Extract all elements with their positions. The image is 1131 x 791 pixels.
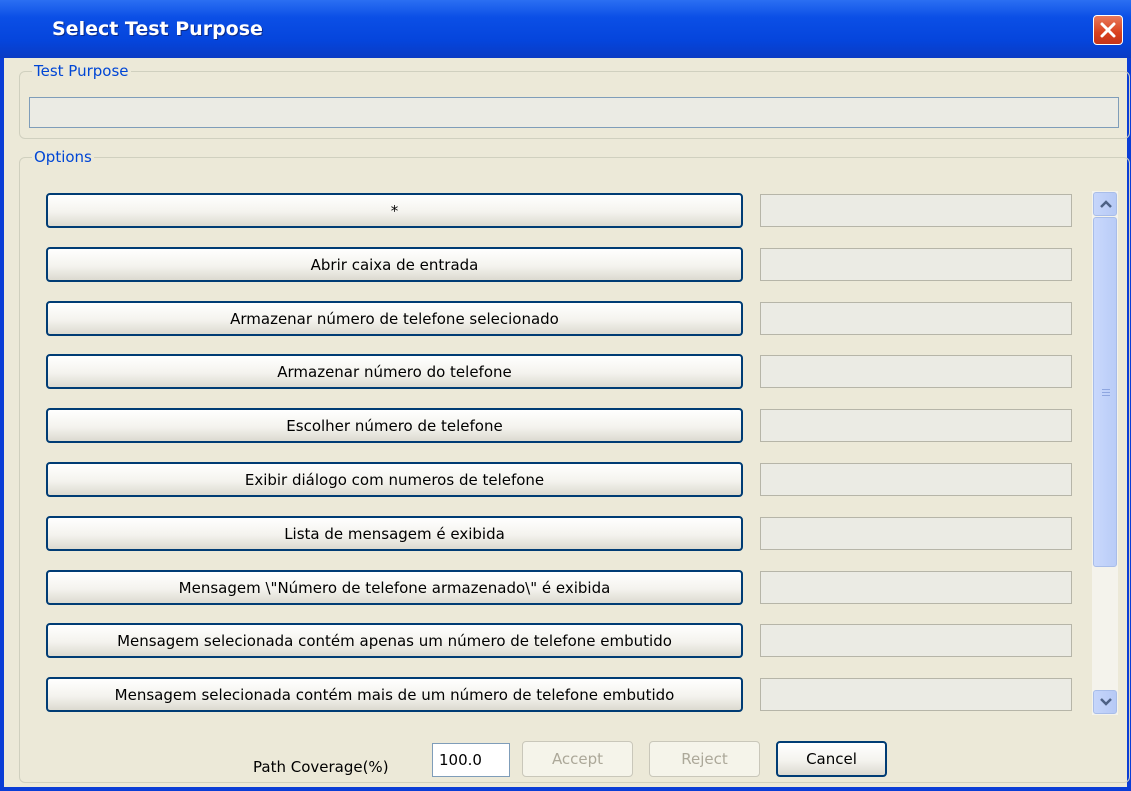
option-button[interactable]: Mensagem selecionada contém apenas um nú…: [46, 623, 743, 658]
option-button[interactable]: *: [46, 193, 743, 228]
path-coverage-input[interactable]: [432, 743, 510, 777]
path-coverage-label: Path Coverage(%): [253, 758, 389, 776]
scroll-thumb[interactable]: [1093, 217, 1117, 567]
option-value-field: [760, 463, 1072, 496]
scroll-down-button[interactable]: [1093, 690, 1117, 714]
option-button[interactable]: Abrir caixa de entrada: [46, 247, 743, 282]
title-bar: Select Test Purpose: [0, 0, 1131, 58]
option-button[interactable]: Mensagem \"Número de telefone armazenado…: [46, 570, 743, 605]
option-value-field: [760, 355, 1072, 388]
option-button[interactable]: Lista de mensagem é exibida: [46, 516, 743, 551]
options-scrollbar[interactable]: [1092, 191, 1118, 715]
option-button[interactable]: Armazenar número de telefone selecionado: [46, 301, 743, 336]
close-button[interactable]: [1093, 15, 1123, 45]
accept-button[interactable]: Accept: [522, 741, 633, 777]
option-value-field: [760, 571, 1072, 604]
grip-icon: [1102, 389, 1110, 397]
option-value-field: [760, 248, 1072, 281]
test-purpose-field: [29, 97, 1119, 128]
option-value-field: [760, 302, 1072, 335]
option-value-field: [760, 194, 1072, 227]
close-icon: [1100, 22, 1116, 38]
options-legend: Options: [34, 148, 92, 166]
option-button[interactable]: Armazenar número do telefone: [46, 354, 743, 389]
option-button[interactable]: Exibir diálogo com numeros de telefone: [46, 462, 743, 497]
scroll-up-button[interactable]: [1093, 192, 1117, 216]
test-purpose-legend: Test Purpose: [34, 62, 129, 80]
window-title: Select Test Purpose: [52, 18, 263, 40]
reject-button[interactable]: Reject: [649, 741, 760, 777]
option-value-field: [760, 678, 1072, 711]
chevron-up-icon: [1100, 200, 1112, 208]
chevron-down-icon: [1100, 698, 1112, 706]
option-value-field: [760, 624, 1072, 657]
option-value-field: [760, 409, 1072, 442]
option-value-field: [760, 517, 1072, 550]
cancel-button[interactable]: Cancel: [776, 741, 887, 777]
option-button[interactable]: Mensagem selecionada contém mais de um n…: [46, 677, 743, 712]
option-button[interactable]: Escolher número de telefone: [46, 408, 743, 443]
